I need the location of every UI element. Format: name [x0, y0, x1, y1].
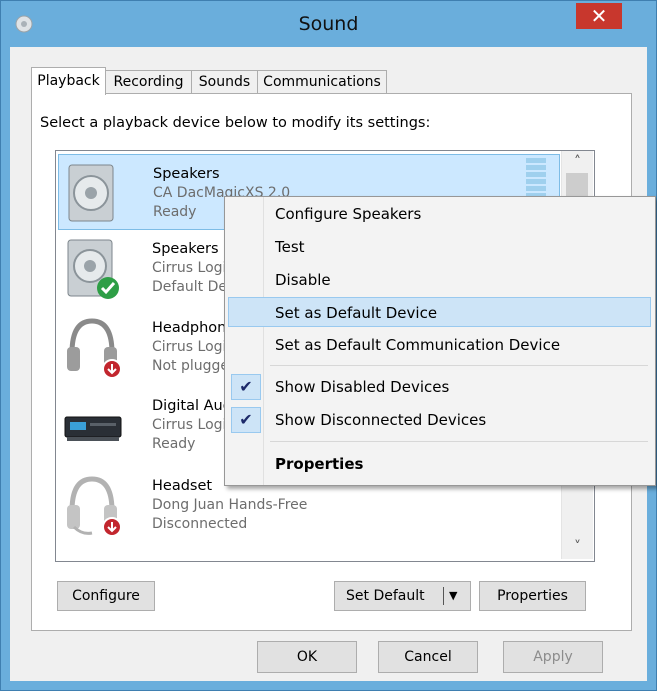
- device-driver: Cirrus Logic: [152, 417, 235, 433]
- menu-item-test[interactable]: Test: [228, 232, 651, 262]
- headset-icon: [67, 476, 122, 537]
- split-divider: [443, 587, 444, 605]
- checkmark-icon: ✔: [231, 374, 261, 400]
- close-icon: ✕: [590, 4, 608, 28]
- dropdown-arrow-icon[interactable]: ▼: [449, 582, 457, 610]
- menu-item-disable[interactable]: Disable: [228, 265, 651, 295]
- headphones-icon: [67, 318, 122, 379]
- menu-separator: [270, 365, 648, 366]
- checkmark-icon: ✔: [231, 407, 261, 433]
- device-name: Headset: [152, 478, 213, 494]
- menu-item-set-default-communication[interactable]: Set as Default Communication Device: [228, 330, 651, 360]
- window-title: Sound: [298, 13, 359, 35]
- speaker-default-icon: [67, 239, 119, 299]
- instruction-text: Select a playback device below to modify…: [40, 115, 431, 131]
- menu-item-set-default-device[interactable]: Set as Default Device: [228, 297, 651, 327]
- close-button[interactable]: ✕: [576, 3, 622, 29]
- apply-button[interactable]: Apply: [503, 641, 603, 673]
- device-driver: Cirrus Logic: [152, 339, 235, 355]
- tab-recording[interactable]: Recording: [105, 70, 192, 94]
- device-name: Speakers: [153, 166, 220, 182]
- menu-item-properties[interactable]: Properties: [228, 449, 651, 479]
- device-driver: Cirrus Logic: [152, 260, 235, 276]
- configure-button[interactable]: Configure: [57, 581, 155, 611]
- set-default-button[interactable]: Set Default ▼: [334, 581, 471, 611]
- menu-item-show-disconnected[interactable]: ✔ Show Disconnected Devices: [228, 405, 651, 435]
- device-name: Speakers: [152, 241, 219, 257]
- title-bar[interactable]: Sound ✕: [1, 1, 656, 47]
- menu-separator: [270, 441, 648, 442]
- device-driver: Dong Juan Hands-Free: [152, 497, 308, 513]
- digital-audio-icon: [64, 416, 122, 441]
- device-status: Ready: [153, 204, 197, 220]
- tab-playback[interactable]: Playback: [31, 67, 106, 95]
- volume-level-meter: [526, 158, 546, 200]
- set-default-label: Set Default: [346, 588, 425, 604]
- menu-item-configure-speakers[interactable]: Configure Speakers: [228, 199, 651, 229]
- properties-button[interactable]: Properties: [479, 581, 586, 611]
- scroll-down-icon[interactable]: ˅: [562, 536, 593, 558]
- tab-communications[interactable]: Communications: [257, 70, 387, 94]
- cancel-button[interactable]: Cancel: [378, 641, 478, 673]
- ok-button[interactable]: OK: [257, 641, 357, 673]
- menu-item-show-disabled[interactable]: ✔ Show Disabled Devices: [228, 372, 651, 402]
- scroll-up-icon[interactable]: ˄: [562, 151, 593, 173]
- device-status: Ready: [152, 436, 196, 452]
- tab-sounds[interactable]: Sounds: [191, 70, 258, 94]
- context-menu: Configure Speakers Test Disable Set as D…: [224, 196, 656, 486]
- speaker-icon: [68, 164, 114, 222]
- device-status: Disconnected: [152, 516, 248, 532]
